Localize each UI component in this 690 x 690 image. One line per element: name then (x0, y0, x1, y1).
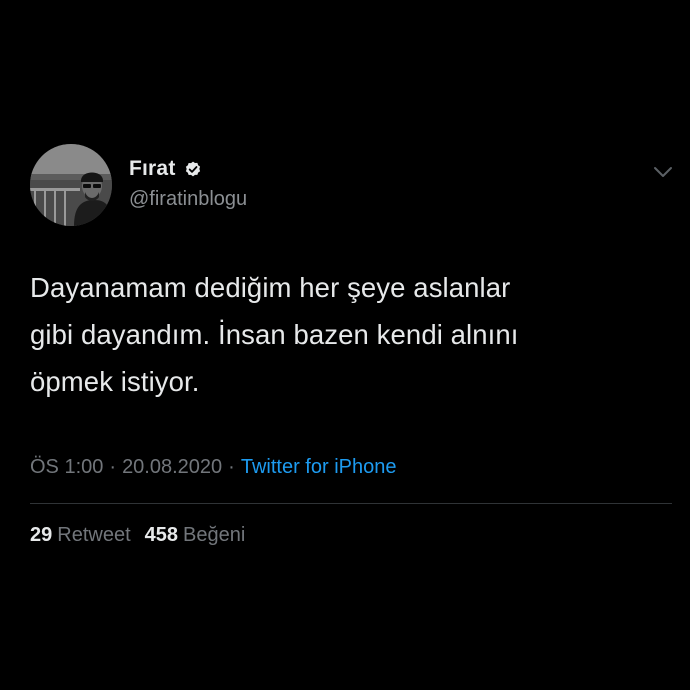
tweet-source-link[interactable]: Twitter for iPhone (241, 456, 397, 478)
tweet-screenshot: Fırat @firatinblogu Dayanamam dediğim he… (0, 0, 690, 690)
meta-separator: · (109, 456, 117, 478)
author-name-row[interactable]: Fırat (129, 155, 203, 183)
chevron-down-icon[interactable] (652, 164, 674, 180)
avatar[interactable] (30, 144, 112, 226)
verified-badge-icon (183, 159, 203, 179)
tweet-text: Dayanamam dediğim her şeye aslanlar gibi… (30, 272, 519, 397)
tweet-time[interactable]: ÖS 1:00 (30, 456, 103, 478)
retweets-count: 29 (30, 524, 53, 546)
tweet-stats: 29 Retweet 458 Beğeni (30, 524, 245, 547)
profile-photo-icon (30, 144, 112, 226)
tweet-metadata: ÖS 1:00 · 20.08.2020 · Twitter for iPhone (30, 456, 396, 479)
likes-count: 458 (144, 524, 178, 546)
author-handle[interactable]: @firatinblogu (129, 188, 247, 211)
likes-label: Beğeni (183, 524, 246, 546)
retweets-label: Retweet (57, 524, 131, 546)
likes-stat[interactable]: 458 Beğeni (145, 524, 246, 546)
retweets-stat[interactable]: 29 Retweet (30, 524, 131, 546)
author-display-name[interactable]: Fırat (129, 157, 176, 181)
tweet-date[interactable]: 20.08.2020 (122, 456, 222, 478)
divider (30, 503, 672, 504)
meta-separator: · (228, 456, 235, 478)
